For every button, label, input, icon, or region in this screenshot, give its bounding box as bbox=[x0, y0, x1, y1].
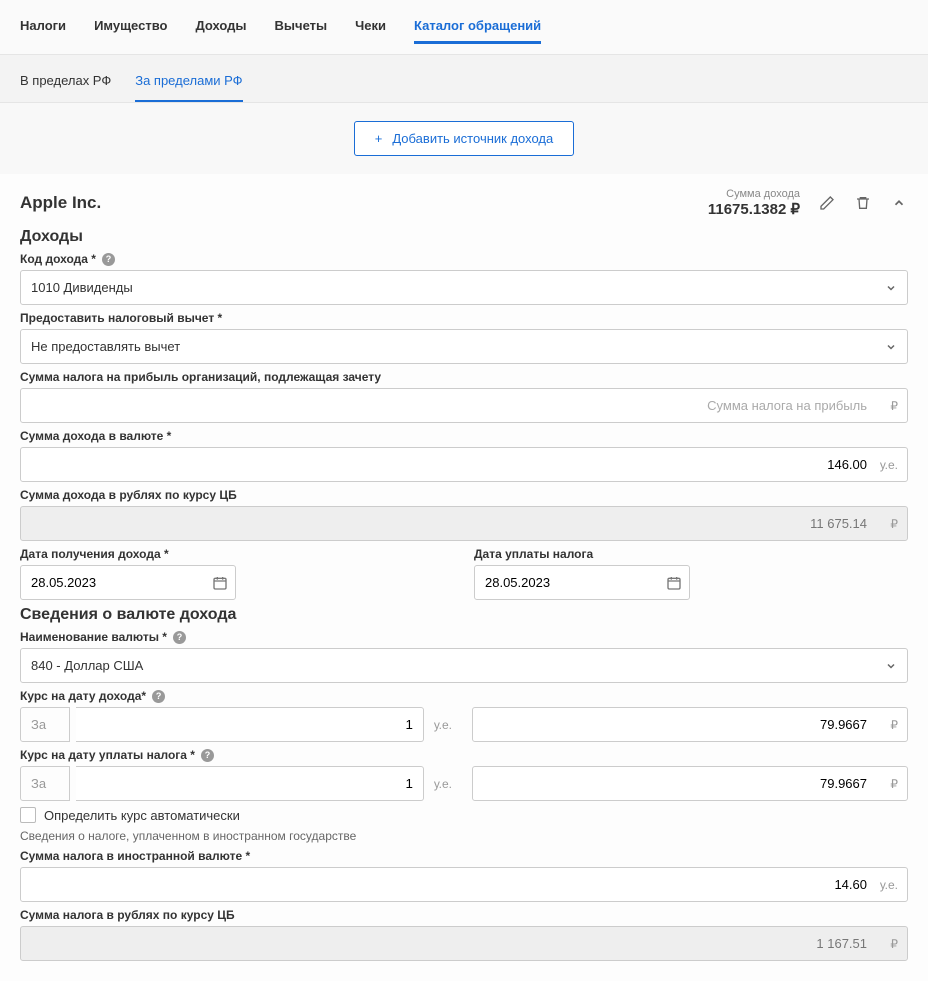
tax-credit-input[interactable] bbox=[20, 388, 908, 423]
deduction-select[interactable]: Не предоставлять вычет bbox=[20, 329, 908, 364]
tax-credit-label: Сумма налога на прибыль организаций, под… bbox=[20, 370, 908, 384]
income-fx-label: Сумма дохода в валюте * bbox=[20, 429, 908, 443]
income-code-select[interactable]: 1010 Дивиденды bbox=[20, 270, 908, 305]
date-received-input[interactable] bbox=[20, 565, 236, 600]
summary-value: 11675.1382 ₽ bbox=[708, 200, 800, 218]
rate-income-per-input[interactable] bbox=[76, 707, 424, 742]
rate-za-label: За bbox=[20, 707, 70, 742]
help-icon[interactable]: ? bbox=[173, 631, 186, 644]
nav-deductions[interactable]: Вычеты bbox=[275, 10, 328, 44]
nav-taxes[interactable]: Налоги bbox=[20, 10, 66, 44]
income-fx-input[interactable] bbox=[20, 447, 908, 482]
plus-icon: + bbox=[375, 131, 383, 146]
rate-income-label: Курс на дату дохода* ? bbox=[20, 689, 908, 703]
currency-value: 840 - Доллар США bbox=[31, 658, 143, 673]
date-received-label: Дата получения дохода * bbox=[20, 547, 454, 561]
rub-unit: ₽ bbox=[890, 399, 898, 413]
income-code-label: Код дохода * ? bbox=[20, 252, 908, 266]
rub-unit: ₽ bbox=[890, 937, 898, 951]
rate-income-value-input[interactable] bbox=[472, 707, 908, 742]
foreign-tax-fx-label: Сумма налога в иностранной валюте * bbox=[20, 849, 908, 863]
foreign-tax-section: Сведения о налоге, уплаченном в иностран… bbox=[20, 829, 908, 843]
chevron-down-icon bbox=[885, 341, 897, 353]
subtabs: В пределах РФ За пределами РФ bbox=[0, 55, 928, 103]
collapse-icon[interactable] bbox=[890, 194, 908, 212]
ue-unit: у.е. bbox=[880, 878, 898, 892]
summary-label: Сумма дохода bbox=[708, 188, 800, 200]
income-card: Apple Inc. Сумма дохода 11675.1382 ₽ Дох… bbox=[0, 174, 928, 981]
rate-tax-per-input[interactable] bbox=[76, 766, 424, 801]
edit-icon[interactable] bbox=[818, 194, 836, 212]
delete-icon[interactable] bbox=[854, 194, 872, 212]
currency-select[interactable]: 840 - Доллар США bbox=[20, 648, 908, 683]
income-rub-label: Сумма дохода в рублях по курсу ЦБ bbox=[20, 488, 908, 502]
help-icon[interactable]: ? bbox=[201, 749, 214, 762]
company-name: Apple Inc. bbox=[20, 193, 101, 213]
tab-inside-rf[interactable]: В пределах РФ bbox=[20, 65, 111, 102]
header-actions: Сумма дохода 11675.1382 ₽ bbox=[708, 188, 908, 218]
deduction-label: Предоставить налоговый вычет * bbox=[20, 311, 908, 325]
rate-tax-value-input[interactable] bbox=[472, 766, 908, 801]
help-icon[interactable]: ? bbox=[152, 690, 165, 703]
deduction-value: Не предоставлять вычет bbox=[31, 339, 180, 354]
rub-unit: ₽ bbox=[890, 777, 898, 791]
nav-property[interactable]: Имущество bbox=[94, 10, 167, 44]
foreign-tax-rub-label: Сумма налога в рублях по курсу ЦБ bbox=[20, 908, 908, 922]
nav-catalog[interactable]: Каталог обращений bbox=[414, 10, 541, 44]
ue-unit: у.е. bbox=[880, 458, 898, 472]
section-currency-title: Сведения о валюте дохода bbox=[20, 606, 908, 624]
add-bar: + Добавить источник дохода bbox=[0, 103, 928, 174]
rate-za-label: За bbox=[20, 766, 70, 801]
ue-unit: у.е. bbox=[430, 718, 456, 732]
tab-outside-rf[interactable]: За пределами РФ bbox=[135, 65, 242, 102]
top-nav: Налоги Имущество Доходы Вычеты Чеки Ката… bbox=[0, 0, 928, 55]
calendar-icon[interactable] bbox=[212, 575, 228, 591]
calendar-icon[interactable] bbox=[666, 575, 682, 591]
income-rub-input bbox=[20, 506, 908, 541]
rate-tax-label: Курс на дату уплаты налога * ? bbox=[20, 748, 908, 762]
rub-unit: ₽ bbox=[890, 718, 898, 732]
auto-rate-checkbox[interactable] bbox=[20, 807, 36, 823]
add-income-source-button[interactable]: + Добавить источник дохода bbox=[354, 121, 574, 156]
date-tax-input[interactable] bbox=[474, 565, 690, 600]
section-income-title: Доходы bbox=[20, 228, 908, 246]
income-summary: Сумма дохода 11675.1382 ₽ bbox=[708, 188, 800, 218]
ue-unit: у.е. bbox=[430, 777, 456, 791]
rub-unit: ₽ bbox=[890, 517, 898, 531]
rate-tax-per: За у.е. bbox=[20, 766, 456, 801]
chevron-down-icon bbox=[885, 660, 897, 672]
add-button-label: Добавить источник дохода bbox=[392, 131, 553, 146]
foreign-tax-fx-input[interactable] bbox=[20, 867, 908, 902]
foreign-tax-rub-input bbox=[20, 926, 908, 961]
currency-name-label: Наименование валюты * ? bbox=[20, 630, 908, 644]
card-header: Apple Inc. Сумма дохода 11675.1382 ₽ bbox=[20, 188, 908, 218]
chevron-down-icon bbox=[885, 282, 897, 294]
nav-receipts[interactable]: Чеки bbox=[355, 10, 386, 44]
rate-income-per: За у.е. bbox=[20, 707, 456, 742]
nav-income[interactable]: Доходы bbox=[195, 10, 246, 44]
date-tax-label: Дата уплаты налога bbox=[474, 547, 908, 561]
help-icon[interactable]: ? bbox=[102, 253, 115, 266]
income-code-value: 1010 Дивиденды bbox=[31, 280, 133, 295]
auto-rate-label: Определить курс автоматически bbox=[44, 808, 240, 823]
auto-rate-row: Определить курс автоматически bbox=[20, 807, 908, 823]
